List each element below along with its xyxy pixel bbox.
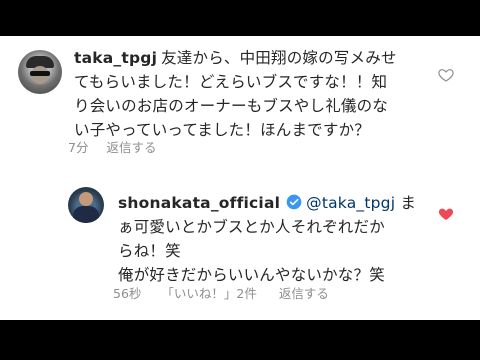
comment-meta: 56秒 「いいね！」2件 返信する <box>113 283 329 302</box>
avatar-head <box>79 192 93 206</box>
heart-outline-icon[interactable] <box>438 67 454 83</box>
avatar-sunglasses <box>30 71 50 76</box>
comment-body: taka_tpgj 友達から、中田翔の嫁の写メみせ てもらいました！どえらいブスで… <box>74 46 409 142</box>
comment-line: ぁ可愛いとかブスとか人それぞれだか <box>118 218 385 236</box>
comment-meta: 7分 返信する <box>68 137 156 156</box>
comment-username[interactable]: taka_tpgj <box>74 49 157 67</box>
likes-count-link[interactable]: 「いいね！」2件 <box>161 283 256 302</box>
comment-line: taka_tpgj 友達から、中田翔の嫁の写メみせ <box>74 46 409 70</box>
comment-time: 56秒 <box>113 286 142 301</box>
comment-line: てもらいました！どえらいブスですな！！知 <box>74 73 388 91</box>
reply-button[interactable]: 返信する <box>106 137 156 156</box>
reply-comment-body: shonakata_official @taka_tpgj ま ぁ可愛いとかブスと… <box>118 191 436 287</box>
comment-text: ま <box>395 194 417 212</box>
comment-username[interactable]: shonakata_official <box>118 194 280 212</box>
comments-panel: taka_tpgj 友達から、中田翔の嫁の写メみせ てもらいました！どえらいブスで… <box>0 36 480 320</box>
heart-filled-icon[interactable] <box>438 206 454 222</box>
avatar-body <box>73 206 99 223</box>
comment-time: 7分 <box>68 140 89 155</box>
comment-text: 友達から、中田翔の嫁の写メみせ <box>161 49 397 67</box>
reply-button[interactable]: 返信する <box>279 283 329 302</box>
comment-line: り会いのお店のオーナーもブスやし礼儀のな <box>74 97 389 115</box>
comment-line: らね！笑 <box>118 242 181 260</box>
comment-line: shonakata_official @taka_tpgj ま <box>118 191 436 215</box>
avatar[interactable] <box>18 50 62 94</box>
avatar[interactable] <box>68 187 104 223</box>
mention-link[interactable]: @taka_tpgj <box>306 194 395 212</box>
verified-badge-icon <box>286 194 302 210</box>
